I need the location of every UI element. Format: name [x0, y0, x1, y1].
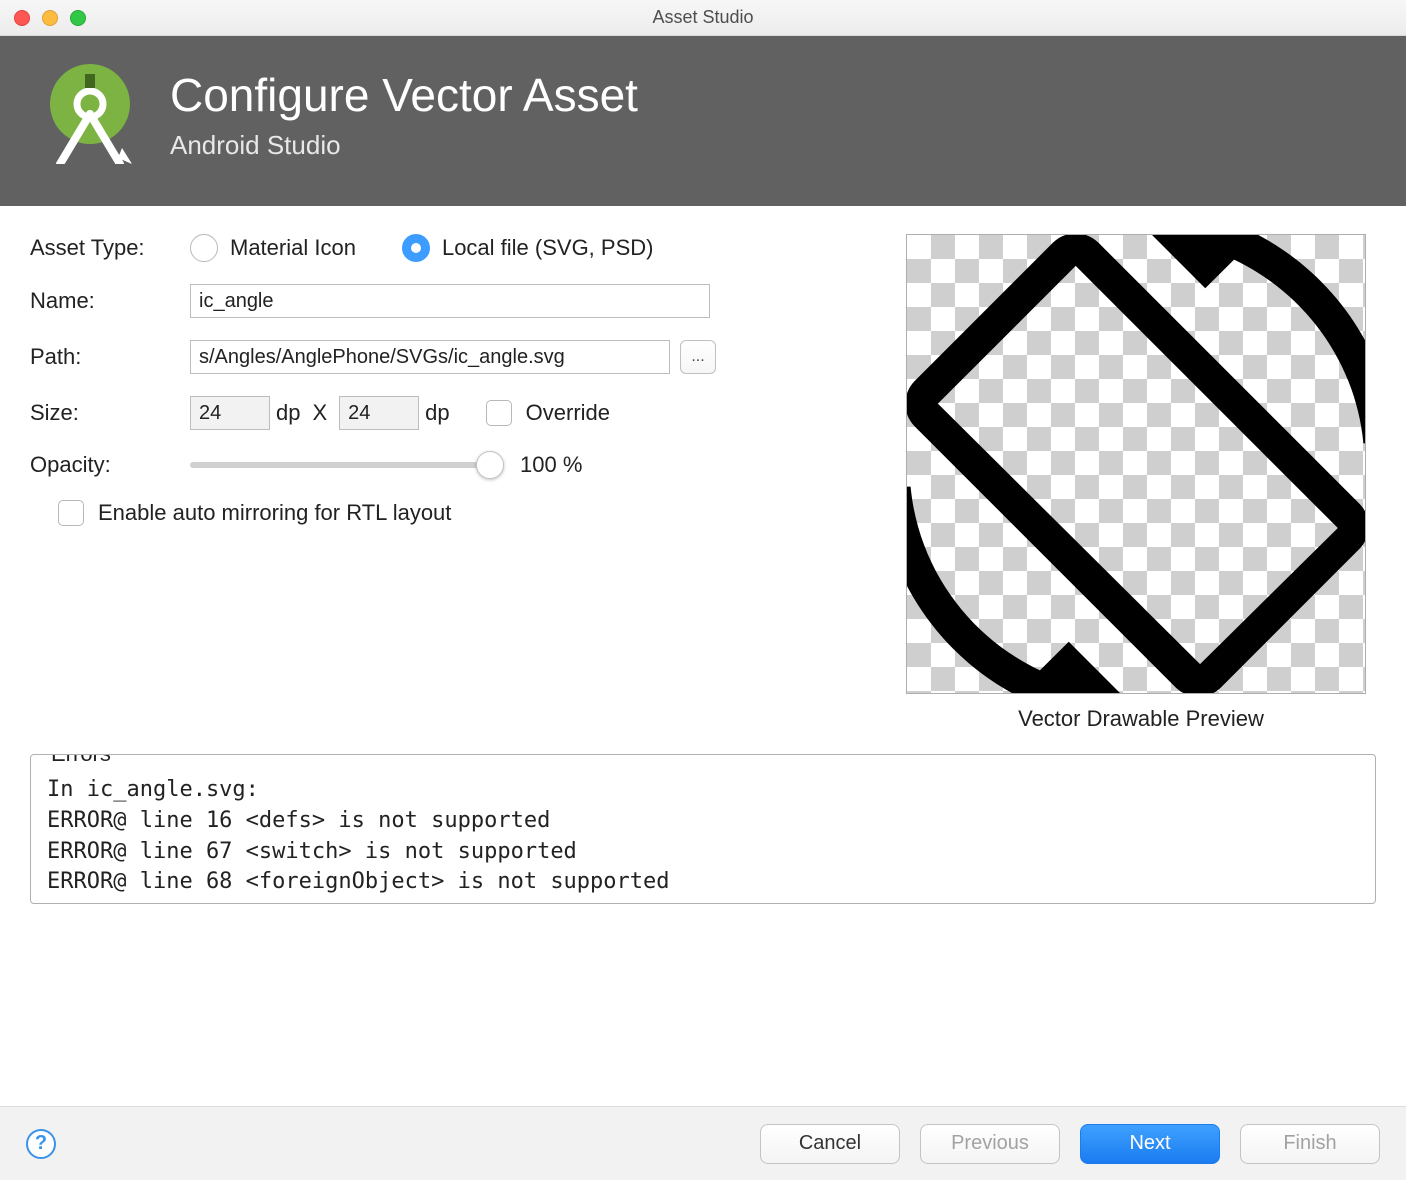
name-input[interactable]	[190, 284, 710, 318]
asset-type-label: Asset Type:	[30, 235, 190, 261]
page-subtitle: Android Studio	[170, 130, 638, 161]
size-height-input[interactable]	[339, 396, 419, 430]
row-size: Size: dp X dp Override	[30, 396, 866, 430]
row-path: Path: ...	[30, 340, 866, 374]
size-x-separator: X	[312, 400, 327, 426]
asset-type-radio-group: Material Icon Local file (SVG, PSD)	[190, 234, 693, 262]
preview-column: Vector Drawable Preview	[906, 234, 1376, 732]
window-title: Asset Studio	[0, 7, 1406, 28]
zoom-window-icon[interactable]	[70, 10, 86, 26]
help-button[interactable]: ?	[26, 1129, 56, 1159]
finish-button[interactable]: Finish	[1240, 1124, 1380, 1164]
path-label: Path:	[30, 344, 190, 370]
row-opacity: Opacity: 100 %	[30, 452, 866, 478]
radio-icon	[402, 234, 430, 262]
override-checkbox[interactable]	[486, 400, 512, 426]
radio-local-file[interactable]: Local file (SVG, PSD)	[402, 234, 654, 262]
size-width-input[interactable]	[190, 396, 270, 430]
size-height-unit: dp	[425, 400, 449, 426]
size-width-unit: dp	[276, 400, 300, 426]
page-title: Configure Vector Asset	[170, 68, 638, 122]
errors-legend: Errors	[45, 754, 117, 767]
header-band: Configure Vector Asset Android Studio	[0, 36, 1406, 206]
row-rtl: Enable auto mirroring for RTL layout	[58, 500, 866, 526]
browse-button[interactable]: ...	[680, 340, 716, 374]
preview-caption: Vector Drawable Preview	[906, 706, 1376, 732]
header-text: Configure Vector Asset Android Studio	[170, 68, 638, 161]
rtl-label: Enable auto mirroring for RTL layout	[98, 500, 451, 526]
footer-bar: ? Cancel Previous Next Finish	[0, 1106, 1406, 1180]
previous-button[interactable]: Previous	[920, 1124, 1060, 1164]
radio-material-icon[interactable]: Material Icon	[190, 234, 356, 262]
override-label: Override	[526, 400, 610, 426]
cancel-button[interactable]: Cancel	[760, 1124, 900, 1164]
screen-rotation-icon	[906, 234, 1366, 694]
row-asset-type: Asset Type: Material Icon Local file (SV…	[30, 234, 866, 262]
rtl-checkbox[interactable]	[58, 500, 84, 526]
row-name: Name:	[30, 284, 866, 318]
name-label: Name:	[30, 288, 190, 314]
opacity-label: Opacity:	[30, 452, 190, 478]
next-button[interactable]: Next	[1080, 1124, 1220, 1164]
preview-box	[906, 234, 1366, 694]
window-controls	[14, 10, 86, 26]
errors-panel: Errors In ic_angle.svg: ERROR@ line 16 <…	[30, 754, 1376, 904]
minimize-window-icon[interactable]	[42, 10, 58, 26]
radio-icon	[190, 234, 218, 262]
opacity-slider[interactable]	[190, 462, 490, 468]
opacity-slider-wrap: 100 %	[190, 452, 866, 478]
slider-thumb-icon[interactable]	[476, 451, 504, 479]
path-input[interactable]	[190, 340, 670, 374]
size-label: Size:	[30, 400, 190, 426]
radio-material-label: Material Icon	[230, 235, 356, 261]
opacity-value: 100 %	[520, 452, 582, 478]
form-column: Asset Type: Material Icon Local file (SV…	[30, 234, 866, 732]
errors-text: In ic_angle.svg: ERROR@ line 16 <defs> i…	[31, 755, 1375, 904]
radio-local-label: Local file (SVG, PSD)	[442, 235, 654, 261]
content-area: Asset Type: Material Icon Local file (SV…	[0, 206, 1406, 742]
close-window-icon[interactable]	[14, 10, 30, 26]
titlebar: Asset Studio	[0, 0, 1406, 36]
android-studio-logo-icon	[40, 64, 140, 164]
